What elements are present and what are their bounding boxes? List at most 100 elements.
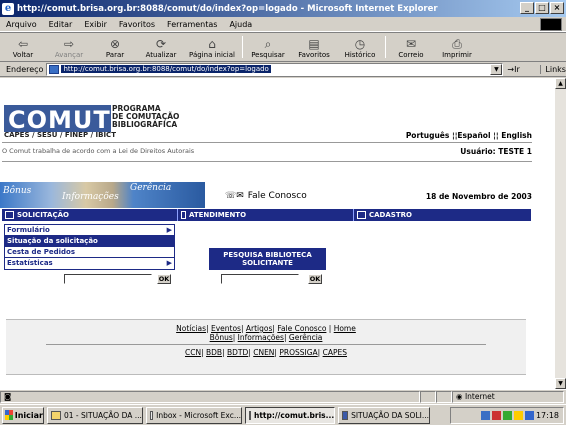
title-bar: e http://comut.brisa.org.br:8088/comut/d… — [0, 0, 566, 17]
footer-link-gerencia[interactable]: Gerência — [289, 333, 323, 342]
user-label: Usuário: TESTE 1 — [460, 147, 532, 156]
nav-solicitacao[interactable]: SOLICITAÇÃO — [2, 209, 178, 221]
favorites-button[interactable]: ▤ Favoritos — [291, 33, 337, 61]
outlook-icon — [150, 410, 154, 420]
submenu-arrow-icon: ▶ — [166, 259, 172, 267]
address-dropdown-icon[interactable]: ▼ — [490, 63, 503, 75]
globe-icon: ◉ — [456, 391, 465, 401]
footer-link-eventos[interactable]: Eventos — [211, 324, 241, 333]
refresh-button[interactable]: ⟳ Atualizar — [138, 33, 184, 61]
vertical-scrollbar[interactable]: ▲ ▼ — [555, 78, 566, 389]
scroll-down-icon[interactable]: ▼ — [555, 378, 566, 389]
footer-link-bonus[interactable]: Bônus — [210, 333, 233, 342]
ok-button-left[interactable]: OK — [157, 274, 171, 284]
tray-network-icon[interactable] — [480, 411, 490, 420]
forward-button[interactable]: ⇨ Avançar — [46, 33, 92, 61]
page-status-icon: ◙ — [4, 391, 12, 401]
banner-bonus[interactable]: Bônus — [3, 186, 31, 196]
divider — [2, 142, 532, 143]
tray-antivirus-icon[interactable] — [491, 411, 501, 420]
search-input-left[interactable] — [64, 274, 152, 284]
contact-link[interactable]: ☏✉ Fale Conosco — [225, 191, 307, 201]
menu-editar[interactable]: Editar — [43, 20, 79, 29]
stop-button[interactable]: ⊗ Parar — [92, 33, 138, 61]
footer-link-artigos[interactable]: Artigos — [246, 324, 273, 333]
solicitacao-submenu: Formulário ▶ Situação da solicitação Cest… — [4, 224, 175, 270]
go-button[interactable]: →Ir — [507, 65, 536, 74]
program-title: PROGRAMA DE COMUTAÇÃO BIBLIOGRÁFICA — [112, 104, 180, 129]
footer-link-bdb[interactable]: BDB — [206, 348, 222, 357]
address-input[interactable]: http://comut.brisa.org.br:8088/comut/do/… — [46, 62, 504, 76]
favorites-icon: ▤ — [308, 37, 320, 51]
nav-cadastro[interactable]: CADASTRO — [354, 209, 531, 221]
pesquisa-title: PESQUISA BIBLIOTECA SOLICITANTE — [209, 248, 326, 270]
comut-logo: COMUT — [4, 105, 111, 134]
submenu-formulario[interactable]: Formulário ▶ — [5, 225, 174, 236]
status-zone: ◉ Internet — [452, 390, 564, 403]
footer-link-prossiga[interactable]: PROSSIGA — [279, 348, 317, 357]
footer-divider — [46, 344, 486, 345]
search-icon: ⌕ — [264, 37, 272, 51]
menu-arquivo[interactable]: Arquivo — [0, 20, 43, 29]
language-links[interactable]: Português ¦¦Español ¦¦ English — [406, 131, 532, 140]
task-situacao-word[interactable]: SITUAÇÃO DA SOLI... — [338, 406, 430, 424]
address-label: Endereço — [6, 64, 44, 74]
links-button[interactable]: Links — [540, 64, 566, 74]
page-content: COMUT PROGRAMA DE COMUTAÇÃO BIBLIOGRÁFIC… — [0, 78, 555, 389]
print-button[interactable]: ⎙ Imprimir — [434, 33, 480, 61]
footer-row-1: Notícias| Eventos| Artigos| Fale Conosco… — [176, 324, 356, 333]
submenu-cesta[interactable]: Cesta de Pedidos — [5, 247, 174, 258]
footer-link-cnen[interactable]: CNEN — [253, 348, 274, 357]
banner-informacoes[interactable]: Informações — [62, 192, 119, 202]
footer-row-2: Bônus| Informações| Gerência — [209, 333, 323, 342]
submenu-situacao[interactable]: Situação da solicitação — [5, 236, 174, 247]
tray-messenger-icon[interactable] — [513, 411, 523, 420]
status-cell — [436, 390, 452, 403]
maximize-button[interactable]: □ — [535, 2, 549, 14]
home-button[interactable]: ⌂ Página inicial — [184, 33, 240, 61]
tray-app-icon[interactable] — [502, 411, 512, 420]
task-situacao-doc[interactable]: 01 - SITUAÇÃO DA ... — [47, 406, 143, 424]
windows-logo-icon — [5, 410, 13, 420]
main-nav: SOLICITAÇÃO ATENDIMENTO CADASTRO — [2, 209, 531, 221]
footer-link-fale[interactable]: Fale Conosco — [277, 324, 326, 333]
nav-atendimento[interactable]: ATENDIMENTO — [178, 209, 354, 221]
close-button[interactable]: × — [550, 2, 564, 14]
back-button[interactable]: ⇦ Voltar — [0, 33, 46, 61]
search-button[interactable]: ⌕ Pesquisar — [245, 33, 291, 61]
home-icon: ⌂ — [208, 37, 216, 51]
footer-link-noticias[interactable]: Notícias — [176, 324, 206, 333]
footer-link-bdtd[interactable]: BDTD — [227, 348, 248, 357]
submenu-arrow-icon: ▶ — [166, 226, 172, 234]
footer-link-home[interactable]: Home — [334, 324, 356, 333]
menu-favoritos[interactable]: Favoritos — [113, 20, 161, 29]
task-inbox[interactable]: Inbox - Microsoft Exc... — [146, 406, 242, 424]
pesquisa-input[interactable] — [221, 274, 299, 284]
status-cell — [420, 390, 436, 403]
footer-link-informacoes[interactable]: Informações — [238, 333, 284, 342]
task-browser[interactable]: http://comut.bris... — [245, 406, 335, 424]
menu-ajuda[interactable]: Ajuda — [223, 20, 258, 29]
tray-volume-icon[interactable] — [524, 411, 534, 420]
mail-button[interactable]: ✉ Correio — [388, 33, 434, 61]
windows-flag-icon — [540, 18, 562, 31]
person-icon — [181, 211, 186, 219]
history-button[interactable]: ◷ Histórico — [337, 33, 383, 61]
scroll-up-icon[interactable]: ▲ — [555, 78, 566, 89]
back-arrow-icon: ⇦ — [17, 37, 29, 51]
section-banner: Bônus Informações Gerência — [0, 182, 205, 208]
submenu-estatisticas[interactable]: Estatísticas ▶ — [5, 258, 174, 269]
ok-button-pesquisa[interactable]: OK — [308, 274, 322, 284]
clock[interactable]: 17:18 — [536, 411, 559, 420]
start-button[interactable]: Iniciar — [2, 406, 44, 424]
status-text: ◙ — [0, 390, 420, 403]
menu-ferramentas[interactable]: Ferramentas — [161, 20, 223, 29]
menu-exibir[interactable]: Exibir — [78, 20, 113, 29]
taskbar: Iniciar 01 - SITUAÇÃO DA ... Inbox - Mic… — [0, 404, 566, 425]
address-bar: Endereço http://comut.brisa.org.br:8088/… — [0, 62, 566, 77]
banner-gerencia[interactable]: Gerência — [130, 183, 171, 193]
minimize-button[interactable]: _ — [520, 2, 534, 14]
footer-link-ccn[interactable]: CCN — [185, 348, 201, 357]
address-url[interactable]: http://comut.brisa.org.br:8088/comut/do/… — [61, 65, 271, 73]
footer-link-capes[interactable]: CAPES — [323, 348, 347, 357]
